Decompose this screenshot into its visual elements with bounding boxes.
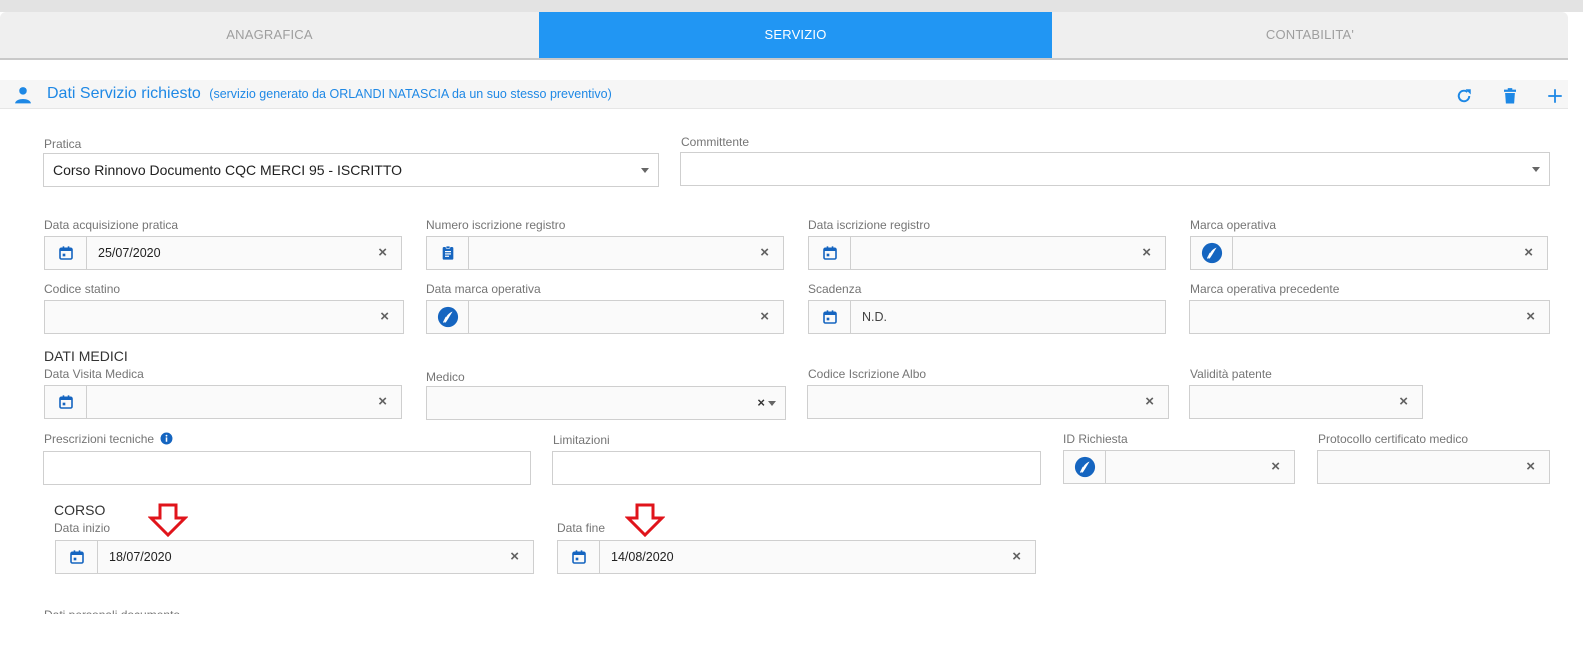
page: ANAGRAFICA SERVIZIO CONTABILITA' Dati Se…	[0, 0, 1583, 648]
clear-icon[interactable]: ×	[1524, 237, 1533, 269]
committente-select[interactable]	[680, 152, 1550, 186]
clear-icon[interactable]: ×	[760, 237, 769, 269]
quill-icon	[427, 301, 469, 333]
section-header: Dati Servizio richiesto (servizio genera…	[0, 80, 1568, 109]
data-marca-field[interactable]: ×	[426, 300, 784, 334]
codice-statino-field[interactable]: ×	[44, 300, 404, 334]
clear-icon[interactable]: ×	[760, 301, 769, 333]
calendar-icon[interactable]	[558, 541, 600, 573]
section-title: Dati Servizio richiesto (servizio genera…	[47, 85, 612, 103]
data-iscrizione-label: Data iscrizione registro	[808, 218, 930, 232]
clear-icon[interactable]: ×	[1399, 386, 1408, 418]
tab-servizio[interactable]: SERVIZIO	[539, 12, 1052, 58]
quill-icon	[1064, 451, 1106, 483]
calendar-icon[interactable]	[809, 237, 851, 269]
data-marca-label: Data marca operativa	[426, 282, 541, 296]
pratica-label: Pratica	[44, 137, 81, 151]
clear-icon[interactable]: ×	[757, 387, 765, 419]
numero-iscrizione-label: Numero iscrizione registro	[426, 218, 565, 232]
clear-icon[interactable]: ×	[378, 237, 387, 269]
codice-albo-label: Codice Iscrizione Albo	[808, 367, 926, 381]
clear-icon[interactable]: ×	[378, 386, 387, 418]
id-richiesta-field[interactable]: ×	[1063, 450, 1295, 484]
quill-icon	[1191, 237, 1233, 269]
data-fine-field[interactable]: 14/08/2020 ×	[557, 540, 1036, 574]
calendar-icon[interactable]	[45, 237, 87, 269]
codice-albo-field[interactable]: ×	[807, 385, 1169, 419]
data-inizio-value: 18/07/2020	[109, 541, 172, 573]
section-title-text: Dati Servizio richiesto	[47, 85, 201, 102]
section-subtitle: (servizio generato da ORLANDI NATASCIA d…	[209, 87, 612, 101]
prescrizioni-label: Prescrizioni tecniche	[44, 432, 173, 446]
scadenza-value: N.D.	[862, 301, 887, 333]
clear-icon[interactable]: ×	[510, 541, 519, 573]
marca-precedente-label: Marca operativa precedente	[1190, 282, 1339, 296]
scadenza-label: Scadenza	[808, 282, 861, 296]
calendar-icon[interactable]	[45, 386, 87, 418]
data-acquisizione-label: Data acquisizione pratica	[44, 218, 178, 232]
limitazioni-label: Limitazioni	[553, 433, 610, 447]
calendar-icon[interactable]	[809, 301, 851, 333]
scadenza-field[interactable]: N.D.	[808, 300, 1166, 334]
prescrizioni-label-text: Prescrizioni tecniche	[44, 432, 154, 446]
id-richiesta-label: ID Richiesta	[1063, 432, 1128, 446]
committente-label: Committente	[681, 135, 749, 149]
numero-iscrizione-field[interactable]: ×	[426, 236, 784, 270]
data-inizio-label: Data inizio	[54, 521, 110, 535]
data-inizio-field[interactable]: 18/07/2020 ×	[55, 540, 534, 574]
clear-icon[interactable]: ×	[380, 301, 389, 333]
person-icon	[13, 85, 33, 105]
data-fine-label: Data fine	[557, 521, 605, 535]
data-fine-value: 14/08/2020	[611, 541, 674, 573]
data-acquisizione-value: 25/07/2020	[98, 237, 161, 269]
corso-heading: CORSO	[54, 502, 105, 518]
red-arrow-down-icon	[625, 503, 665, 537]
limitazioni-field[interactable]	[552, 451, 1041, 485]
refresh-icon[interactable]	[1455, 87, 1473, 105]
red-arrow-down-icon	[148, 503, 188, 537]
clipboard-icon	[427, 237, 469, 269]
data-visita-label: Data Visita Medica	[44, 367, 144, 381]
info-icon[interactable]	[160, 432, 173, 445]
validita-patente-field[interactable]: ×	[1189, 385, 1423, 419]
clear-icon[interactable]: ×	[1012, 541, 1021, 573]
marca-precedente-field[interactable]: ×	[1189, 300, 1550, 334]
data-visita-field[interactable]: ×	[44, 385, 402, 419]
clear-icon[interactable]: ×	[1526, 301, 1535, 333]
tab-contabilita[interactable]: CONTABILITA'	[1052, 12, 1568, 58]
tab-anagrafica[interactable]: ANAGRAFICA	[0, 12, 539, 58]
plus-icon[interactable]	[1546, 87, 1564, 105]
tabs-background	[0, 0, 1583, 12]
clear-icon[interactable]: ×	[1145, 386, 1154, 418]
medico-select[interactable]: ×	[426, 386, 786, 420]
data-acquisizione-field[interactable]: 25/07/2020 ×	[44, 236, 402, 270]
dati-medici-heading: DATI MEDICI	[44, 348, 128, 364]
calendar-icon[interactable]	[56, 541, 98, 573]
marca-operativa-field[interactable]: ×	[1190, 236, 1548, 270]
chevron-down-icon	[641, 168, 649, 173]
clear-icon[interactable]: ×	[1271, 451, 1280, 483]
tab-bar: ANAGRAFICA SERVIZIO CONTABILITA'	[0, 12, 1568, 60]
dati-personali-label: Dati personali documento	[44, 608, 180, 614]
chevron-down-icon	[768, 401, 776, 406]
clear-icon[interactable]: ×	[1526, 451, 1535, 483]
pratica-select[interactable]: Corso Rinnovo Documento CQC MERCI 95 - I…	[43, 153, 659, 187]
pratica-value: Corso Rinnovo Documento CQC MERCI 95 - I…	[53, 154, 402, 186]
data-iscrizione-field[interactable]: ×	[808, 236, 1166, 270]
trash-icon[interactable]	[1501, 87, 1519, 105]
chevron-down-icon	[1532, 167, 1540, 172]
validita-patente-label: Validità patente	[1190, 367, 1272, 381]
protocollo-label: Protocollo certificato medico	[1318, 432, 1468, 446]
protocollo-field[interactable]: ×	[1317, 450, 1550, 484]
codice-statino-label: Codice statino	[44, 282, 120, 296]
medico-label: Medico	[426, 370, 465, 384]
marca-operativa-label: Marca operativa	[1190, 218, 1276, 232]
clear-icon[interactable]: ×	[1142, 237, 1151, 269]
prescrizioni-field[interactable]	[43, 451, 531, 485]
